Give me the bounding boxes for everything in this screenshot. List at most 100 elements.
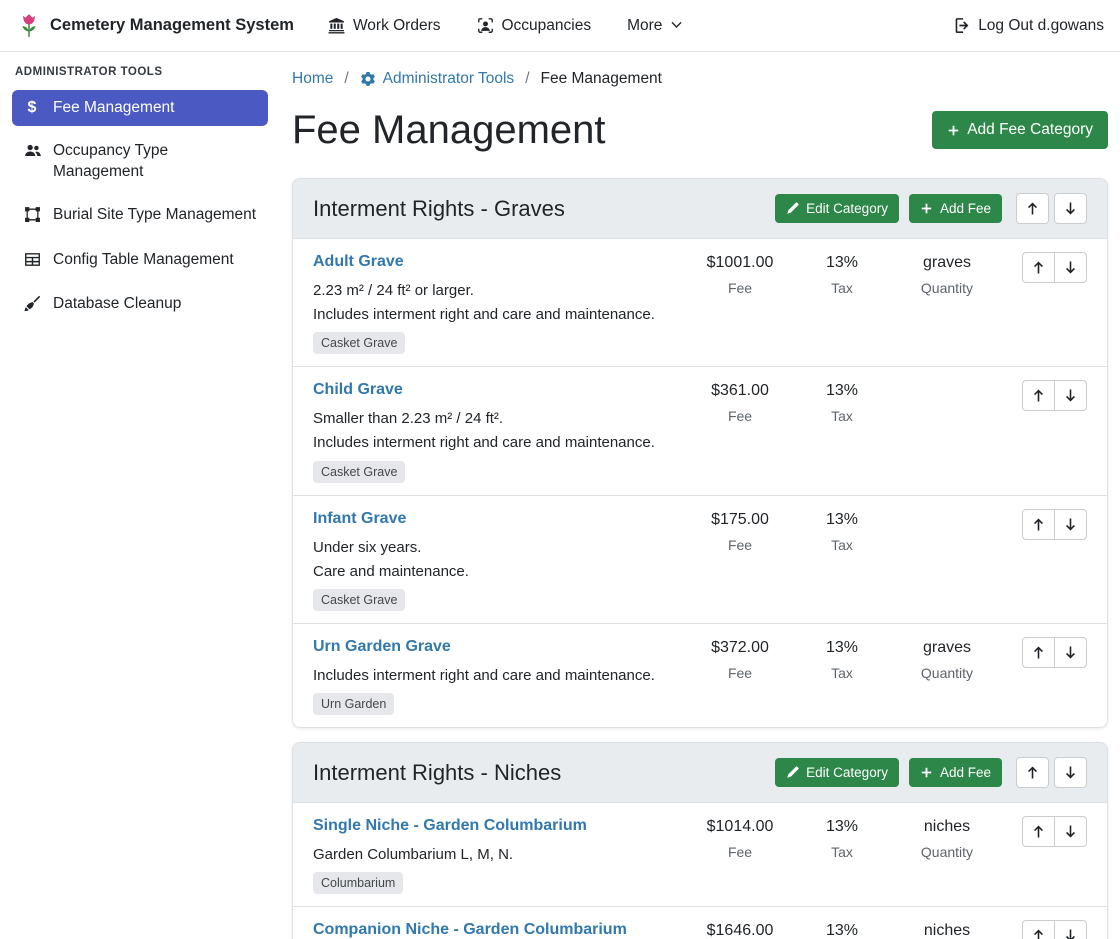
quantity-column: niches Quantity xyxy=(893,920,1001,939)
chevron-down-icon xyxy=(670,19,683,32)
fee-amount: $372.00 xyxy=(689,639,791,657)
arrow-down-icon xyxy=(1063,765,1078,780)
nav-work-orders[interactable]: Work Orders xyxy=(328,17,441,35)
move-category-down-button[interactable] xyxy=(1054,757,1087,788)
fee-name-link[interactable]: Child Grave xyxy=(313,380,403,401)
fee-description: Garden Columbarium L, M, N. xyxy=(313,844,689,865)
move-fee-up-button[interactable] xyxy=(1022,920,1055,939)
fee-amount: $1001.00 xyxy=(689,254,791,272)
category-actions: Edit Category Add Fee xyxy=(775,757,1087,788)
tax-label: Tax xyxy=(791,537,893,553)
move-fee-up-button[interactable] xyxy=(1022,637,1055,668)
nav-work-orders-label: Work Orders xyxy=(353,17,441,35)
sidebar-item-database-cleanup[interactable]: Database Cleanup xyxy=(12,286,268,324)
move-category-down-button[interactable] xyxy=(1054,193,1087,224)
edit-category-button[interactable]: Edit Category xyxy=(775,194,899,223)
move-category-up-button[interactable] xyxy=(1016,193,1049,224)
fee-column: $1646.00 Fee xyxy=(689,920,791,939)
nav-more-dropdown[interactable]: More xyxy=(627,17,683,35)
gear-icon xyxy=(360,71,376,87)
fee-name-link[interactable]: Companion Niche - Garden Columbarium xyxy=(313,920,627,939)
fee-type-badge: Casket Grave xyxy=(313,332,405,354)
sidebar-item-label: Fee Management xyxy=(53,98,175,118)
arrow-down-icon xyxy=(1063,824,1078,839)
logout-label: Log Out d.gowans xyxy=(978,17,1104,35)
fee-row: Single Niche - Garden Columbarium Garden… xyxy=(293,803,1107,906)
arrow-down-icon xyxy=(1063,928,1078,939)
logout-link[interactable]: Log Out d.gowans xyxy=(953,17,1104,35)
tax-column: 13% Tax xyxy=(791,920,893,939)
quantity-value: graves xyxy=(893,254,1001,272)
edit-category-button[interactable]: Edit Category xyxy=(775,758,899,787)
fee-description: Care and maintenance. xyxy=(313,561,689,582)
category-move-buttons xyxy=(1016,757,1087,788)
arrow-down-icon xyxy=(1063,388,1078,403)
fee-label: Fee xyxy=(689,537,791,553)
arrow-up-icon xyxy=(1031,928,1046,939)
plus-icon xyxy=(947,124,960,137)
move-fee-up-button[interactable] xyxy=(1022,816,1055,847)
move-fee-up-button[interactable] xyxy=(1022,509,1055,540)
arrow-up-icon xyxy=(1031,824,1046,839)
move-fee-down-button[interactable] xyxy=(1054,509,1087,540)
move-fee-up-button[interactable] xyxy=(1022,252,1055,283)
breadcrumb-admin-tools-label: Administrator Tools xyxy=(383,70,515,88)
sidebar-item-occupancy-type-management[interactable]: Occupancy Type Management xyxy=(12,133,268,190)
pencil-icon xyxy=(786,766,799,779)
category-header: Interment Rights - Graves Edit Category … xyxy=(293,179,1107,239)
categories-container: Interment Rights - Graves Edit Category … xyxy=(292,178,1108,939)
plus-icon xyxy=(920,202,933,215)
breadcrumb: Home / Administrator Tools / Fee Managem… xyxy=(292,66,1108,88)
occupancy-frame-icon xyxy=(477,17,494,34)
move-fee-down-button[interactable] xyxy=(1054,252,1087,283)
category-header: Interment Rights - Niches Edit Category … xyxy=(293,743,1107,803)
top-navbar: Cemetery Management System Work Orders O… xyxy=(0,0,1120,52)
move-fee-down-button[interactable] xyxy=(1054,637,1087,668)
breadcrumb-home-link[interactable]: Home xyxy=(292,70,333,88)
fee-column: $1001.00 Fee xyxy=(689,252,791,296)
breadcrumb-current: Fee Management xyxy=(541,70,663,88)
tax-label: Tax xyxy=(791,844,893,860)
sidebar-item-fee-management[interactable]: $Fee Management xyxy=(12,90,268,126)
fee-description: 2.23 m² / 24 ft² or larger. xyxy=(313,280,689,301)
nav-occupancies[interactable]: Occupancies xyxy=(477,17,592,35)
sidebar-heading: ADMINISTRATOR TOOLS xyxy=(12,66,268,90)
arrow-up-icon xyxy=(1031,645,1046,660)
fee-name-link[interactable]: Infant Grave xyxy=(313,509,406,530)
arrow-down-icon xyxy=(1063,517,1078,532)
sidebar-item-config-table-management[interactable]: Config Table Management xyxy=(12,242,268,280)
fee-descriptions: 2.23 m² / 24 ft² or larger.Includes inte… xyxy=(313,280,689,326)
add-fee-button[interactable]: Add Fee xyxy=(909,194,1002,223)
move-fee-up-button[interactable] xyxy=(1022,380,1055,411)
fee-descriptions: Garden Columbarium L, M, N. xyxy=(313,844,689,865)
tax-column: 13% Tax xyxy=(791,816,893,860)
move-fee-down-button[interactable] xyxy=(1054,816,1087,847)
fee-amount: $361.00 xyxy=(689,382,791,400)
fee-amount: $1646.00 xyxy=(689,922,791,939)
arrow-down-icon xyxy=(1063,201,1078,216)
move-category-up-button[interactable] xyxy=(1016,757,1049,788)
users-icon xyxy=(22,142,42,163)
sidebar-item-label: Config Table Management xyxy=(53,250,234,270)
breadcrumb-admin-tools-link[interactable]: Administrator Tools xyxy=(360,70,515,88)
add-fee-category-button[interactable]: Add Fee Category xyxy=(932,111,1108,149)
fee-name-link[interactable]: Adult Grave xyxy=(313,252,404,273)
fee-amount: $1014.00 xyxy=(689,818,791,836)
tax-value: 13% xyxy=(791,922,893,939)
move-fee-down-button[interactable] xyxy=(1054,380,1087,411)
nav-occupancies-label: Occupancies xyxy=(502,17,592,35)
fee-label: Fee xyxy=(689,844,791,860)
fee-move-buttons xyxy=(1001,380,1087,411)
nav-more-label: More xyxy=(627,17,662,35)
fee-type-badge: Columbarium xyxy=(313,872,403,894)
tax-column: 13% Tax xyxy=(791,252,893,296)
move-fee-down-button[interactable] xyxy=(1054,920,1087,939)
sidebar-item-burial-site-type-management[interactable]: Burial Site Type Management xyxy=(12,197,268,235)
fee-move-buttons xyxy=(1001,920,1087,939)
fee-name-link[interactable]: Single Niche - Garden Columbarium xyxy=(313,816,587,837)
fee-descriptions: Includes interment right and care and ma… xyxy=(313,665,689,686)
fee-type-badge: Urn Garden xyxy=(313,693,394,715)
add-fee-button[interactable]: Add Fee xyxy=(909,758,1002,787)
quantity-column: graves Quantity xyxy=(893,252,1001,296)
fee-name-link[interactable]: Urn Garden Grave xyxy=(313,637,451,658)
